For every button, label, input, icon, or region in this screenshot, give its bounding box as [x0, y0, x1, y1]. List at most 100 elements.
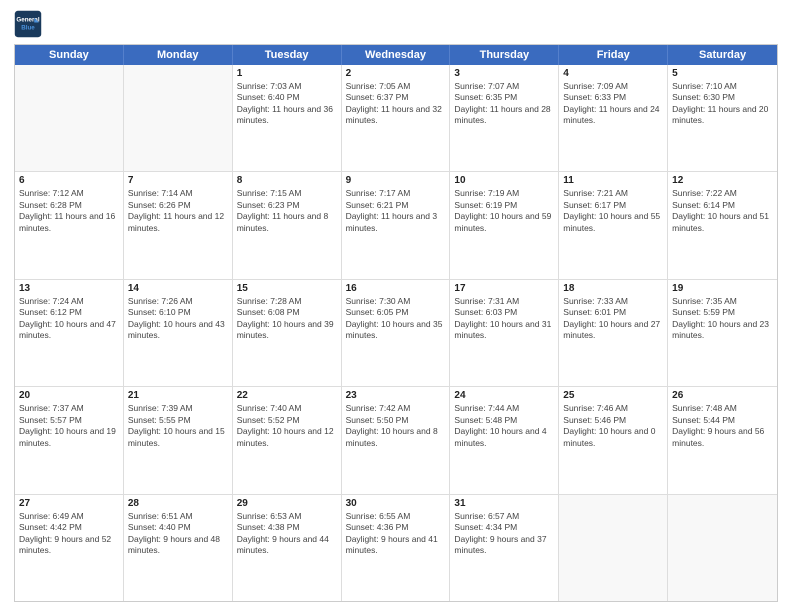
daylight-text: Daylight: 10 hours and 12 minutes. — [237, 426, 337, 449]
sunrise-text: Sunrise: 7:05 AM — [346, 81, 446, 92]
sunset-text: Sunset: 6:14 PM — [672, 200, 773, 211]
calendar-header: SundayMondayTuesdayWednesdayThursdayFrid… — [15, 45, 777, 65]
weekday-header-tuesday: Tuesday — [233, 45, 342, 65]
daylight-text: Daylight: 10 hours and 51 minutes. — [672, 211, 773, 234]
sunset-text: Sunset: 6:01 PM — [563, 307, 663, 318]
empty-cell-r0c0 — [15, 65, 124, 171]
sunrise-text: Sunrise: 7:03 AM — [237, 81, 337, 92]
sunset-text: Sunset: 6:21 PM — [346, 200, 446, 211]
logo: General Blue — [14, 10, 46, 38]
sunrise-text: Sunrise: 7:10 AM — [672, 81, 773, 92]
day-number: 14 — [128, 283, 228, 294]
sunrise-text: Sunrise: 7:22 AM — [672, 188, 773, 199]
day-cell-14: 14 Sunrise: 7:26 AMSunset: 6:10 PMDayligh… — [124, 280, 233, 386]
sunrise-text: Sunrise: 7:19 AM — [454, 188, 554, 199]
day-cell-4: 4Sunrise: 7:09 AMSunset: 6:33 PMDaylight… — [559, 65, 668, 171]
sunrise-text: Sunrise: 6:55 AM — [346, 511, 446, 522]
daylight-text: Daylight: 10 hours and 35 minutes. — [346, 319, 446, 342]
sunrise-text: Sunrise: 7:33 AM — [563, 296, 663, 307]
sunset-text: Sunset: 6:37 PM — [346, 92, 446, 103]
sunrise-text: Sunrise: 7:30 AM — [346, 296, 446, 307]
sunset-text: Sunset: 6:12 PM — [19, 307, 119, 318]
day-cell-26: 26Sunrise: 7:48 AMSunset: 5:44 PMDayligh… — [668, 387, 777, 493]
sunset-text: Sunset: 4:34 PM — [454, 522, 554, 533]
day-cell-12: 12 Sunrise: 7:22 AMSunset: 6:14 PMDayligh… — [668, 172, 777, 278]
day-number: 1 — [237, 68, 337, 79]
daylight-text: Daylight: 10 hours and 43 minutes. — [128, 319, 228, 342]
sunset-text: Sunset: 5:55 PM — [128, 415, 228, 426]
daylight-text: Daylight: 10 hours and 8 minutes. — [346, 426, 446, 449]
daylight-text: Daylight: 11 hours and 36 minutes. — [237, 104, 337, 127]
daylight-text: Daylight: 9 hours and 52 minutes. — [19, 534, 119, 557]
day-cell-11: 11Sunrise: 7:21 AMSunset: 6:17 PMDayligh… — [559, 172, 668, 278]
weekday-header-thursday: Thursday — [450, 45, 559, 65]
day-cell-2: 2Sunrise: 7:05 AMSunset: 6:37 PMDaylight… — [342, 65, 451, 171]
day-cell-25: 25Sunrise: 7:46 AMSunset: 5:46 PMDayligh… — [559, 387, 668, 493]
day-number: 3 — [454, 68, 554, 79]
day-cell-16: 16Sunrise: 7:30 AMSunset: 6:05 PMDayligh… — [342, 280, 451, 386]
logo-icon: General Blue — [14, 10, 42, 38]
daylight-text: Daylight: 10 hours and 0 minutes. — [563, 426, 663, 449]
daylight-text: Daylight: 11 hours and 12 minutes. — [128, 211, 228, 234]
sunrise-text: Sunrise: 7:26 AM — [128, 296, 228, 307]
day-cell-18: 18Sunrise: 7:33 AMSunset: 6:01 PMDayligh… — [559, 280, 668, 386]
sunset-text: Sunset: 6:30 PM — [672, 92, 773, 103]
weekday-header-friday: Friday — [559, 45, 668, 65]
daylight-text: Daylight: 9 hours and 44 minutes. — [237, 534, 337, 557]
sunrise-text: Sunrise: 7:14 AM — [128, 188, 228, 199]
sunrise-text: Sunrise: 7:09 AM — [563, 81, 663, 92]
day-cell-24: 24Sunrise: 7:44 AMSunset: 5:48 PMDayligh… — [450, 387, 559, 493]
daylight-text: Daylight: 11 hours and 3 minutes. — [346, 211, 446, 234]
daylight-text: Daylight: 10 hours and 59 minutes. — [454, 211, 554, 234]
day-number: 12 — [672, 175, 773, 186]
daylight-text: Daylight: 9 hours and 37 minutes. — [454, 534, 554, 557]
sunrise-text: Sunrise: 6:57 AM — [454, 511, 554, 522]
day-number: 8 — [237, 175, 337, 186]
day-number: 10 — [454, 175, 554, 186]
sunset-text: Sunset: 5:52 PM — [237, 415, 337, 426]
weekday-header-saturday: Saturday — [668, 45, 777, 65]
sunrise-text: Sunrise: 7:28 AM — [237, 296, 337, 307]
sunset-text: Sunset: 5:46 PM — [563, 415, 663, 426]
day-number: 20 — [19, 390, 119, 401]
weekday-header-monday: Monday — [124, 45, 233, 65]
daylight-text: Daylight: 10 hours and 55 minutes. — [563, 211, 663, 234]
sunset-text: Sunset: 6:03 PM — [454, 307, 554, 318]
daylight-text: Daylight: 10 hours and 19 minutes. — [19, 426, 119, 449]
daylight-text: Daylight: 9 hours and 41 minutes. — [346, 534, 446, 557]
sunrise-text: Sunrise: 7:40 AM — [237, 403, 337, 414]
day-cell-5: 5Sunrise: 7:10 AMSunset: 6:30 PMDaylight… — [668, 65, 777, 171]
sunset-text: Sunset: 6:19 PM — [454, 200, 554, 211]
sunset-text: Sunset: 4:38 PM — [237, 522, 337, 533]
day-number: 26 — [672, 390, 773, 401]
day-number: 11 — [563, 175, 663, 186]
daylight-text: Daylight: 10 hours and 47 minutes. — [19, 319, 119, 342]
day-number: 4 — [563, 68, 663, 79]
calendar-row-1: 1Sunrise: 7:03 AMSunset: 6:40 PMDaylight… — [15, 65, 777, 172]
day-number: 28 — [128, 498, 228, 509]
day-cell-3: 3Sunrise: 7:07 AMSunset: 6:35 PMDaylight… — [450, 65, 559, 171]
sunset-text: Sunset: 6:10 PM — [128, 307, 228, 318]
day-number: 18 — [563, 283, 663, 294]
sunrise-text: Sunrise: 7:07 AM — [454, 81, 554, 92]
daylight-text: Daylight: 10 hours and 15 minutes. — [128, 426, 228, 449]
calendar-row-3: 13Sunrise: 7:24 AMSunset: 6:12 PMDayligh… — [15, 280, 777, 387]
weekday-header-sunday: Sunday — [15, 45, 124, 65]
day-number: 25 — [563, 390, 663, 401]
day-cell-10: 10 Sunrise: 7:19 AMSunset: 6:19 PMDayligh… — [450, 172, 559, 278]
day-number: 9 — [346, 175, 446, 186]
day-cell-17: 17Sunrise: 7:31 AMSunset: 6:03 PMDayligh… — [450, 280, 559, 386]
sunset-text: Sunset: 6:23 PM — [237, 200, 337, 211]
day-number: 7 — [128, 175, 228, 186]
day-cell-13: 13Sunrise: 7:24 AMSunset: 6:12 PMDayligh… — [15, 280, 124, 386]
sunset-text: Sunset: 6:28 PM — [19, 200, 119, 211]
day-cell-7: 7Sunrise: 7:14 AMSunset: 6:26 PMDaylight… — [124, 172, 233, 278]
sunset-text: Sunset: 4:42 PM — [19, 522, 119, 533]
sunset-text: Sunset: 5:50 PM — [346, 415, 446, 426]
day-cell-30: 30Sunrise: 6:55 AMSunset: 4:36 PMDayligh… — [342, 495, 451, 601]
calendar-row-2: 6Sunrise: 7:12 AMSunset: 6:28 PMDaylight… — [15, 172, 777, 279]
sunrise-text: Sunrise: 7:12 AM — [19, 188, 119, 199]
sunset-text: Sunset: 6:35 PM — [454, 92, 554, 103]
day-cell-28: 28Sunrise: 6:51 AMSunset: 4:40 PMDayligh… — [124, 495, 233, 601]
day-cell-6: 6Sunrise: 7:12 AMSunset: 6:28 PMDaylight… — [15, 172, 124, 278]
